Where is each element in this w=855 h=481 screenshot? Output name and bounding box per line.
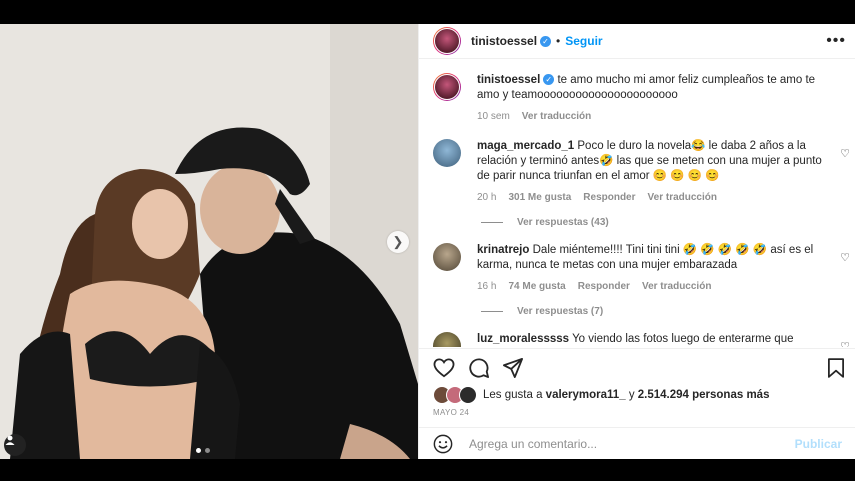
comment-input[interactable] [467, 436, 795, 452]
header-separator: • [556, 34, 561, 48]
likes-text: Les gusta a valerymora11_ y 2.514.294 pe… [483, 389, 769, 401]
comment-reply-link[interactable]: Responder [583, 190, 635, 205]
caption-time: 10 sem [477, 111, 510, 122]
comment-avatar[interactable] [433, 139, 461, 167]
comment-body: krinatrejo Dale miénteme!!!! Tini tini t… [477, 243, 827, 294]
heart-icon[interactable] [433, 358, 455, 378]
likes-user[interactable]: valerymora11_ [546, 389, 626, 401]
comment-translate-link[interactable]: Ver traducción [648, 190, 717, 205]
author-username[interactable]: tinistoessel [471, 34, 537, 48]
action-bar [419, 349, 855, 378]
carousel-dot [205, 448, 210, 453]
comment-like-heart-icon[interactable]: ♡ [840, 340, 850, 347]
likes-prefix: Les gusta a [483, 389, 543, 401]
comment-icon[interactable] [469, 358, 489, 378]
more-options-icon[interactable]: ••• [826, 32, 846, 50]
carousel-dot-active [196, 448, 201, 453]
comment-meta: 16 h 74 Me gusta Responder Ver traducció… [477, 279, 827, 294]
caption-translate-link[interactable]: Ver traducción [522, 109, 591, 124]
comment-likes[interactable]: 301 Me gusta [508, 190, 571, 205]
comment-time: 16 h [477, 281, 497, 292]
comment-likes[interactable]: 74 Me gusta [508, 279, 565, 294]
carousel-next-button[interactable]: ❯ [387, 231, 409, 253]
liker-avatar [459, 386, 477, 404]
comment-body: maga_mercado_1 Poco le duro la novela😂 l… [477, 139, 827, 205]
author-avatar[interactable] [433, 27, 461, 55]
comment-avatar[interactable] [433, 243, 461, 271]
view-replies-button[interactable]: Ver respuestas (7) [481, 306, 842, 317]
bookmark-icon[interactable] [828, 358, 844, 378]
verified-badge-icon: ✓ [540, 35, 552, 47]
post-date: MAYO 24 [433, 408, 470, 417]
post-panel: tinistoessel ✓ • Seguir ••• tinistoessel… [418, 24, 855, 459]
post-photo[interactable]: ❯ [0, 24, 418, 459]
comment-item: krinatrejo Dale miénteme!!!! Tini tini t… [433, 243, 850, 294]
post-actions: Les gusta a valerymora11_ y 2.514.294 pe… [419, 348, 855, 460]
user-tag-button[interactable] [4, 434, 26, 456]
carousel-indicator [196, 448, 210, 453]
comment-like-heart-icon[interactable]: ♡ [840, 147, 850, 160]
photo-illustration [0, 24, 418, 459]
post-modal: ❯ tinistoessel ✓ • Seguir ••• tinistoess… [0, 24, 855, 459]
comment-like-heart-icon[interactable]: ♡ [840, 251, 850, 264]
user-tag-icon [5, 435, 15, 445]
comments-list[interactable]: tinistoessel ✓ te amo mucho mi amor feliz… [419, 59, 855, 347]
likes-connector: y [628, 389, 635, 401]
comment-username[interactable]: maga_mercado_1 [477, 140, 574, 152]
share-icon[interactable] [503, 358, 523, 378]
comment-item: maga_mercado_1 Poco le duro la novela😂 l… [433, 139, 850, 205]
chevron-right-icon: ❯ [392, 234, 404, 249]
caption-avatar[interactable] [433, 73, 461, 101]
comment-meta: 20 h 301 Me gusta Responder Ver traducci… [477, 190, 827, 205]
view-replies-label: Ver respuestas (7) [517, 306, 604, 317]
likes-count[interactable]: 2.514.294 personas más [638, 389, 770, 401]
post-header: tinistoessel ✓ • Seguir ••• [419, 24, 855, 59]
comment-item: luz_moralesssss Yo viendo las fotos lueg… [433, 332, 850, 347]
emoji-icon[interactable] [433, 434, 453, 454]
comment-username[interactable]: luz_moralesssss [477, 333, 569, 345]
follow-button[interactable]: Seguir [565, 34, 602, 48]
view-replies-label: Ver respuestas (43) [517, 217, 609, 228]
comment-avatar[interactable] [433, 332, 461, 347]
verified-badge-icon: ✓ [543, 74, 555, 86]
caption: tinistoessel ✓ te amo mucho mi amor feliz… [433, 73, 842, 124]
likers-avatars [433, 386, 477, 404]
publish-button[interactable]: Publicar [795, 437, 842, 451]
comment-reply-link[interactable]: Responder [578, 279, 630, 294]
caption-body: tinistoessel ✓ te amo mucho mi amor feliz… [477, 73, 827, 124]
caption-meta: 10 sem Ver traducción [477, 109, 827, 124]
caption-username[interactable]: tinistoessel [477, 74, 540, 86]
comment-time: 20 h [477, 192, 497, 203]
view-replies-button[interactable]: Ver respuestas (43) [481, 217, 842, 228]
comment-body: luz_moralesssss Yo viendo las fotos lueg… [477, 332, 827, 347]
comment-translate-link[interactable]: Ver traducción [642, 279, 711, 294]
likes-summary: Les gusta a valerymora11_ y 2.514.294 pe… [419, 378, 855, 404]
comment-username[interactable]: krinatrejo [477, 244, 529, 256]
add-comment-bar: Publicar [419, 427, 855, 460]
